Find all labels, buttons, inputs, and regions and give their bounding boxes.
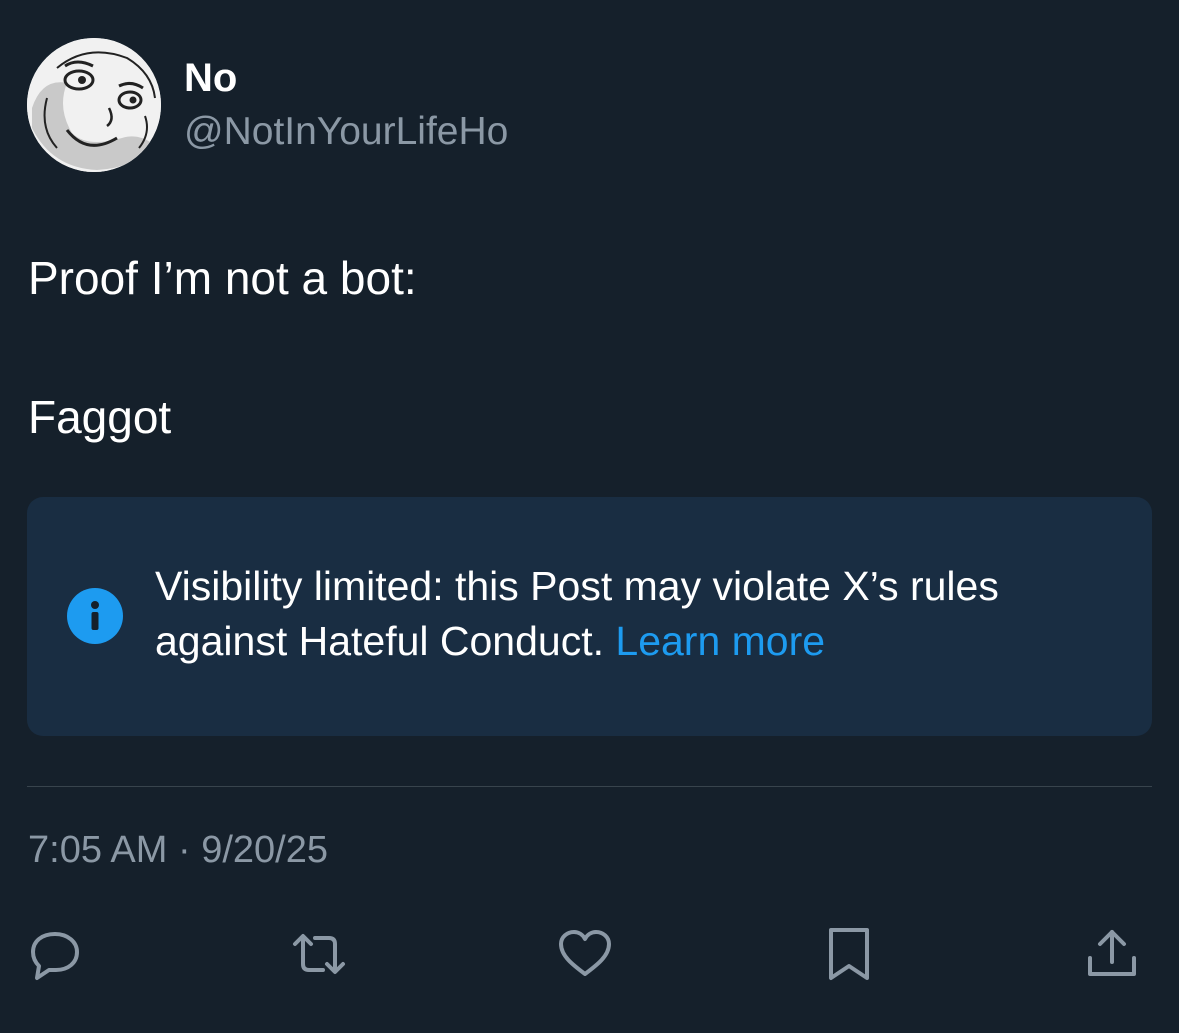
notice-message: Visibility limited: this Post may violat… [155,563,999,664]
repost-button[interactable] [289,924,349,984]
avatar[interactable] [27,38,161,172]
reply-button[interactable] [25,924,85,984]
meme-face-avatar-icon [27,38,161,172]
learn-more-link[interactable]: Learn more [615,618,825,664]
reply-icon [31,932,79,980]
repost-icon [293,934,345,974]
like-icon [559,930,611,976]
display-name[interactable]: No [184,56,237,100]
visibility-notice: Visibility limited: this Post may violat… [27,497,1152,736]
notice-text: Visibility limited: this Post may violat… [155,559,1115,669]
post-text-line: Proof I’m not a bot: [28,252,417,304]
bookmark-icon [829,928,869,980]
post-detail: No @NotInYourLifeHo Proof I’m not a bot:… [0,0,1179,1033]
info-icon [67,588,123,644]
divider [27,786,1152,787]
share-button[interactable] [1082,924,1142,984]
user-handle[interactable]: @NotInYourLifeHo [184,110,508,154]
post-text-line: Faggot [28,391,172,443]
like-button[interactable] [555,924,615,984]
post-timestamp[interactable]: 7:05 AM · 9/20/25 [28,828,328,872]
share-icon [1088,930,1136,976]
bookmark-button[interactable] [819,924,879,984]
